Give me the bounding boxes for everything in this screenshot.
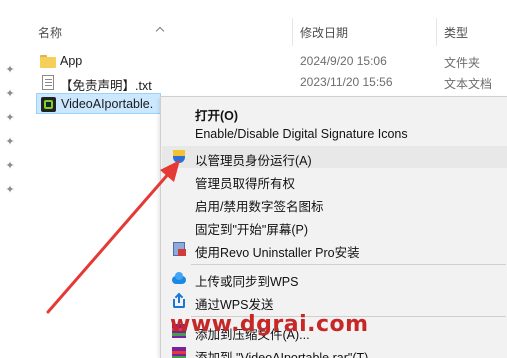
column-divider[interactable]	[436, 18, 437, 46]
file-name: 【免责声明】.txt	[60, 79, 152, 93]
arrow-shaft	[46, 170, 172, 314]
menu-item-revo-install[interactable]: 使用Revo Uninstaller Pro安装	[162, 238, 507, 260]
menu-item-wps-sync[interactable]: 上传或同步到WPS	[162, 267, 507, 289]
file-name: App	[60, 54, 83, 68]
pin-icon[interactable]: ✦	[4, 136, 16, 148]
menu-item-label: Enable/Disable Digital Signature Icons	[195, 127, 408, 141]
file-type: 文本文档	[444, 77, 493, 91]
menu-item-label: 固定到"开始"屏幕(P)	[195, 223, 309, 237]
sort-ascending-icon	[155, 26, 165, 36]
file-type: 文件夹	[444, 56, 481, 70]
watermark: www.dgrai.com	[170, 312, 369, 337]
file-date: 2024/9/20 15:06	[300, 54, 387, 68]
menu-item-open[interactable]: 打开(O)	[162, 101, 507, 123]
menu-item-wps-send[interactable]: 通过WPS发送	[162, 290, 507, 312]
file-row[interactable]: 【免责声明】.txt 2023/11/20 15:56 文本文档	[36, 72, 506, 93]
pin-icon[interactable]: ✦	[4, 112, 16, 124]
menu-item-pin-to-start[interactable]: 固定到"开始"屏幕(P)	[162, 215, 507, 237]
share-icon	[171, 292, 187, 309]
pin-icon[interactable]: ✦	[4, 160, 16, 172]
winrar-icon	[171, 346, 187, 358]
menu-item-run-as-admin[interactable]: 以管理员身份运行(A)	[162, 146, 507, 168]
file-date: 2023/11/20 15:56	[300, 75, 393, 89]
menu-item-label: 打开(O)	[195, 109, 239, 123]
menu-item-label: 上传或同步到WPS	[195, 275, 299, 289]
revo-uninstaller-icon	[171, 241, 187, 257]
column-header-name[interactable]: 名称	[38, 24, 62, 41]
pin-icon[interactable]: ✦	[4, 184, 16, 196]
menu-item-digital-signature-icons[interactable]: Enable/Disable Digital Signature Icons	[162, 123, 507, 145]
menu-item-label: 启用/禁用数字签名图标	[195, 200, 324, 214]
menu-item-label: 通过WPS发送	[195, 298, 274, 312]
menu-item-label: 管理员取得所有权	[195, 177, 296, 191]
app-icon	[41, 97, 56, 112]
menu-separator	[191, 264, 506, 265]
menu-item-add-to-rar[interactable]: 添加到 "VideoAIportable.rar"(T)	[162, 343, 507, 358]
file-row[interactable]: App 2024/9/20 15:06 文件夹	[36, 51, 506, 72]
file-row-selected[interactable]: VideoAIportable.	[36, 93, 161, 114]
menu-item-toggle-signature-icons[interactable]: 启用/禁用数字签名图标	[162, 192, 507, 214]
menu-item-take-ownership[interactable]: 管理员取得所有权	[162, 169, 507, 191]
text-file-icon	[42, 75, 54, 90]
column-header-date[interactable]: 修改日期	[300, 24, 348, 41]
menu-item-label: 使用Revo Uninstaller Pro安装	[195, 246, 360, 260]
file-name: VideoAIportable.	[61, 97, 154, 111]
column-header-row: 名称 修改日期 类型	[0, 16, 507, 48]
cloud-icon	[171, 270, 187, 286]
menu-item-label: 添加到 "VideoAIportable.rar"(T)	[195, 351, 369, 358]
pin-icon[interactable]: ✦	[4, 88, 16, 100]
column-divider[interactable]	[292, 18, 293, 46]
column-header-type[interactable]: 类型	[444, 24, 468, 41]
quick-access-pin-column: ✦ ✦ ✦ ✦ ✦ ✦	[0, 0, 20, 358]
menu-item-label: 以管理员身份运行(A)	[195, 154, 312, 168]
folder-icon	[40, 55, 56, 68]
pin-icon[interactable]: ✦	[4, 64, 16, 76]
shield-icon	[171, 149, 187, 165]
